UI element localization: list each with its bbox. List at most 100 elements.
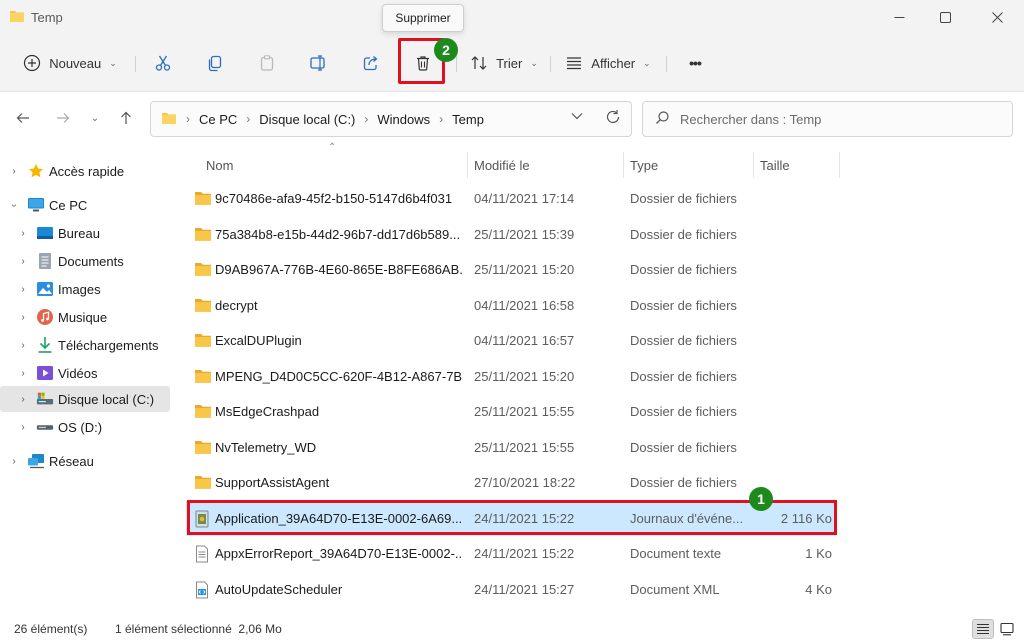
breadcrumb-temp[interactable]: Temp	[452, 112, 484, 127]
recent-locations-button[interactable]: ⌄	[84, 107, 106, 129]
back-button[interactable]	[12, 107, 34, 129]
rename-button[interactable]	[304, 48, 334, 78]
cut-button[interactable]	[148, 48, 178, 78]
paste-icon	[260, 55, 274, 71]
view-button[interactable]: Afficher ⌄	[562, 48, 654, 78]
folder-icon	[194, 368, 212, 384]
status-bar: 26 élément(s) 1 élément sélectionné 2,06…	[0, 616, 1024, 642]
column-divider[interactable]	[839, 152, 840, 178]
chevron-right-icon[interactable]: ›	[8, 456, 20, 467]
sidebar-item-network[interactable]: › Réseau	[0, 448, 170, 474]
address-history-button[interactable]	[571, 111, 583, 123]
details-view-button[interactable]	[972, 619, 994, 639]
breadcrumb-windows[interactable]: Windows	[377, 112, 430, 127]
sort-button[interactable]: Trier ⌄	[466, 48, 542, 78]
table-row[interactable]: D9AB967A-776B-4E60-865E-B8FE686AB... 25/1…	[186, 252, 836, 287]
table-row[interactable]: SupportAssistAgent 27/10/2021 18:22 Dossie…	[186, 465, 836, 500]
sidebar-item-quick-access[interactable]: › Accès rapide	[0, 158, 170, 184]
folder-icon	[194, 403, 212, 419]
tiles-view-button[interactable]	[996, 619, 1018, 639]
close-icon	[991, 11, 1003, 23]
address-bar[interactable]: › Ce PC › Disque local (C:) › Windows › …	[150, 101, 632, 137]
file-modified: 25/11/2021 15:55	[474, 404, 575, 419]
step-badge-1: 1	[749, 487, 773, 511]
chevron-right-icon[interactable]: ›	[17, 340, 29, 351]
chevron-right-icon[interactable]: ›	[17, 228, 29, 239]
close-button[interactable]	[974, 0, 1020, 34]
sidebar-item-documents[interactable]: › Documents	[0, 248, 170, 274]
chevron-right-icon[interactable]: ›	[17, 394, 29, 405]
sidebar-item-music[interactable]: › Musique	[0, 304, 170, 330]
file-type: Dossier de fichiers	[630, 404, 737, 419]
column-header-type[interactable]: Type	[630, 150, 658, 180]
refresh-button[interactable]	[605, 109, 621, 129]
chevron-right-icon[interactable]: ›	[8, 166, 20, 177]
file-modified: 24/11/2021 15:27	[474, 581, 575, 597]
minimize-icon	[894, 16, 904, 18]
toolbar-divider	[666, 56, 667, 72]
column-divider[interactable]	[753, 152, 754, 178]
table-row[interactable]: decrypt 04/11/2021 16:58 Dossier de fichie…	[186, 288, 836, 323]
documents-icon	[36, 252, 54, 270]
maximize-icon	[939, 11, 951, 23]
column-header-modified[interactable]: Modifié le	[474, 150, 530, 180]
table-row[interactable]: NvTelemetry_WD 25/11/2021 15:55 Dossier de…	[186, 430, 836, 465]
sidebar-item-drive-d[interactable]: › OS (D:)	[0, 414, 170, 440]
sidebar-item-videos[interactable]: › Vidéos	[0, 360, 170, 386]
maximize-button[interactable]	[922, 0, 968, 34]
sidebar-item-this-pc[interactable]: › Ce PC	[0, 192, 170, 218]
window-title: Temp	[31, 9, 63, 25]
breadcrumb-separator: ›	[186, 112, 190, 126]
search-box[interactable]	[642, 101, 1013, 137]
table-row[interactable]: MsEdgeCrashpad 25/11/2021 15:55 Dossier de…	[186, 394, 836, 429]
chevron-right-icon[interactable]: ›	[17, 256, 29, 267]
breadcrumb-ce-pc[interactable]: Ce PC	[199, 112, 237, 127]
table-row[interactable]: 9c70486e-afa9-45f2-b150-5147d6b4f031 04/1…	[186, 181, 836, 216]
column-header-name[interactable]: Nom	[206, 150, 233, 180]
table-row[interactable]: ExcalDUPlugin 04/11/2021 16:57 Dossier de …	[186, 323, 836, 358]
table-row[interactable]: MPENG_D4D0C5CC-620F-4B12-A867-7B... 25/11…	[186, 359, 836, 394]
chevron-down-icon[interactable]: ›	[9, 199, 20, 211]
sidebar-item-label: Accès rapide	[49, 163, 125, 179]
file-modified: 04/11/2021 16:57	[474, 333, 575, 348]
search-input[interactable]	[680, 111, 980, 127]
forward-button[interactable]	[52, 107, 74, 129]
music-icon	[36, 308, 54, 326]
chevron-right-icon[interactable]: ›	[17, 312, 29, 323]
sidebar-item-local-disk-c[interactable]: › Disque local (C:)	[0, 386, 170, 412]
table-row[interactable]: AutoUpdateScheduler 24/11/2021 15:27 Docum…	[186, 572, 836, 607]
more-options-button[interactable]: •••	[678, 48, 712, 78]
breadcrumb-local-disk[interactable]: Disque local (C:)	[259, 112, 355, 127]
file-name: 9c70486e-afa9-45f2-b150-5147d6b4f031	[215, 191, 453, 206]
chevron-right-icon[interactable]: ›	[17, 422, 29, 433]
table-row[interactable]: 75a384b8-e15b-44d2-96b7-dd17d6b589... 25/…	[186, 217, 836, 252]
download-icon	[36, 336, 54, 354]
file-name: 75a384b8-e15b-44d2-96b7-dd17d6b589...	[215, 226, 461, 242]
folder-icon	[194, 439, 212, 455]
copy-button[interactable]	[200, 48, 230, 78]
file-modified: 25/11/2021 15:20	[474, 368, 575, 384]
delete-tooltip: Supprimer	[382, 4, 464, 32]
up-button[interactable]	[115, 107, 137, 129]
file-type: Dossier de fichiers	[630, 368, 737, 384]
paste-button[interactable]	[252, 48, 282, 78]
breadcrumb-separator: ›	[439, 112, 444, 126]
share-button[interactable]	[356, 48, 386, 78]
column-divider[interactable]	[623, 152, 624, 178]
chevron-right-icon[interactable]: ›	[17, 284, 29, 295]
chevron-right-icon[interactable]: ›	[17, 368, 29, 379]
video-icon	[36, 364, 54, 382]
toolbar-divider	[135, 56, 136, 72]
column-divider[interactable]	[467, 152, 468, 178]
new-button[interactable]: Nouveau ⌄	[16, 48, 124, 78]
sidebar-item-pictures[interactable]: › Images	[0, 276, 170, 302]
file-name: MsEdgeCrashpad	[215, 404, 320, 419]
sidebar-item-desktop[interactable]: › Bureau	[0, 220, 170, 246]
sidebar-item-downloads[interactable]: › Téléchargements	[0, 332, 170, 358]
minimize-button[interactable]	[876, 0, 922, 34]
selected-row-highlight	[187, 500, 837, 535]
file-name: ExcalDUPlugin	[215, 333, 302, 348]
plus-circle-icon	[24, 54, 41, 72]
column-header-size[interactable]: Taille	[760, 150, 790, 180]
table-row[interactable]: AppxErrorReport_39A64D70-E13E-0002-... 24…	[186, 536, 836, 571]
